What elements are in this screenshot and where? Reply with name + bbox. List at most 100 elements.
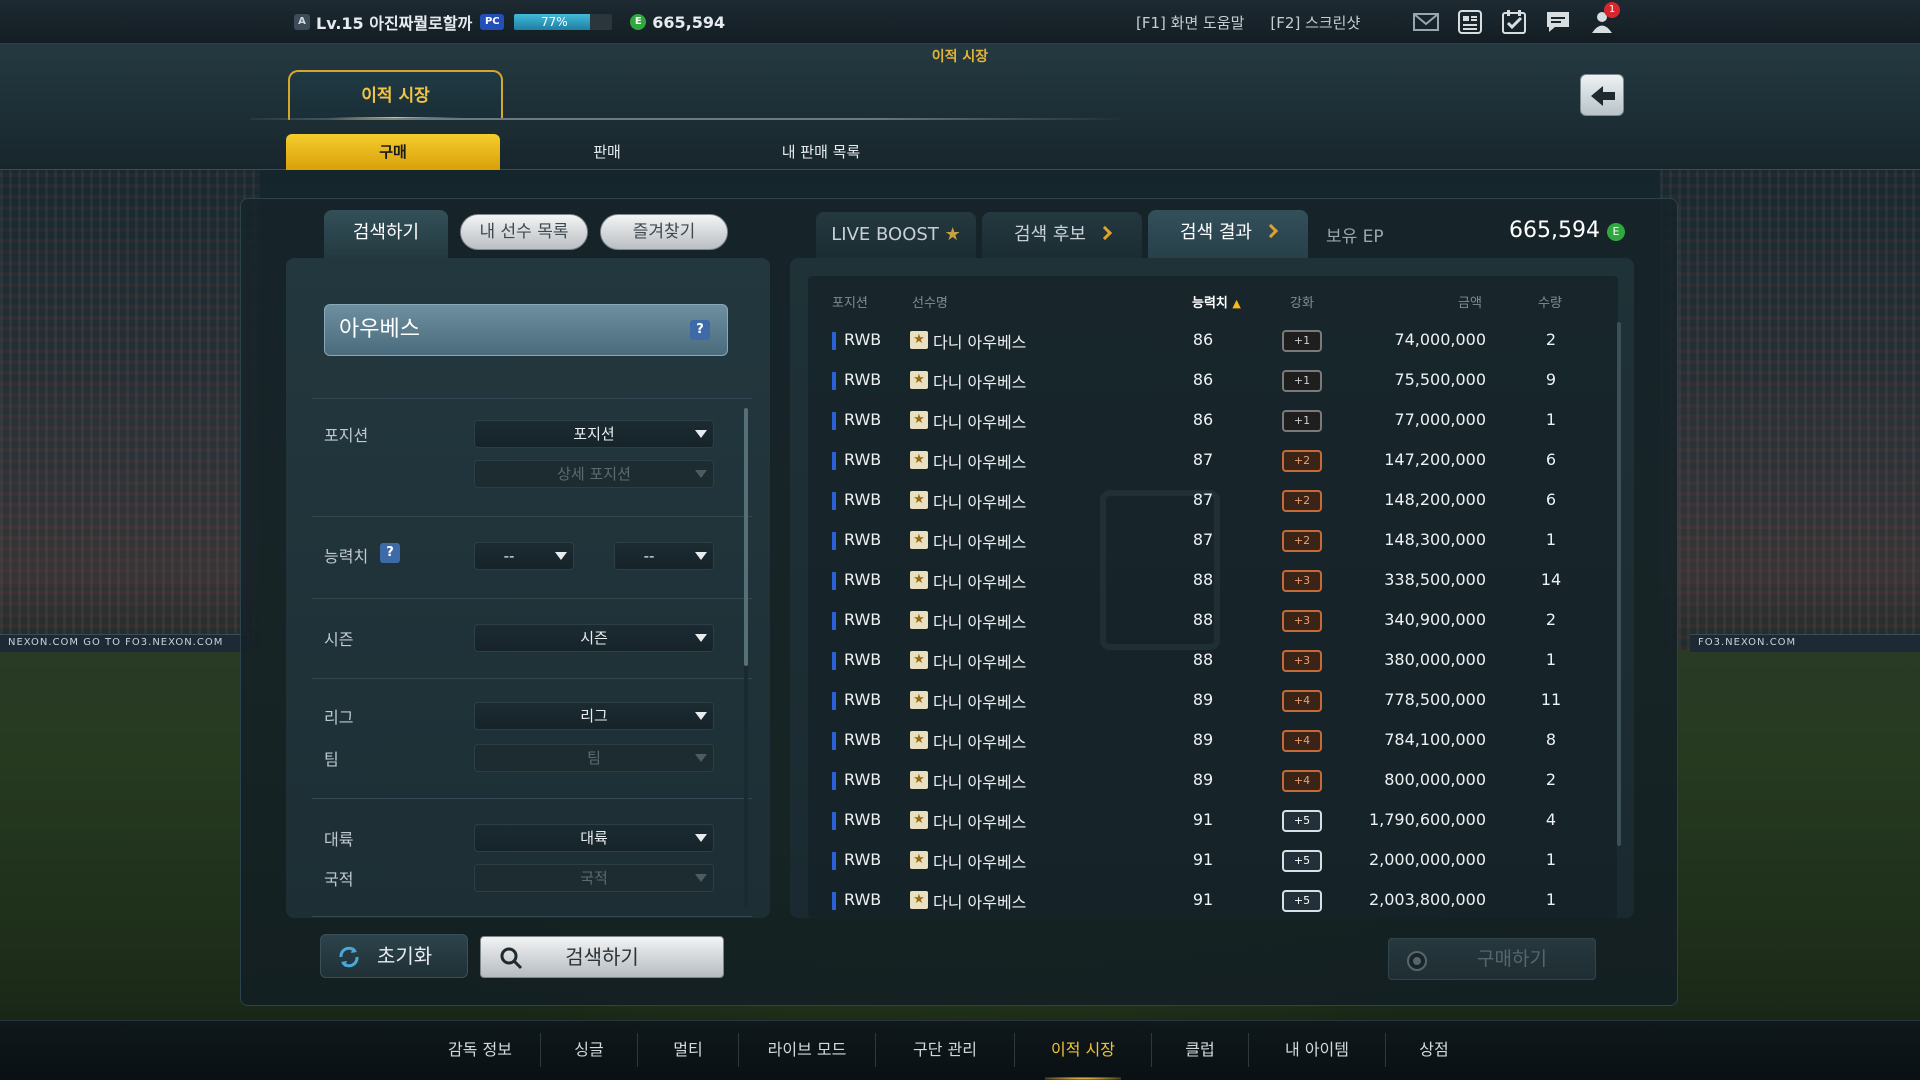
column-header-price[interactable]: 금액 bbox=[1458, 292, 1482, 311]
nav-item[interactable]: 이적 시장 bbox=[1015, 1020, 1151, 1080]
cell-price: 800,000,000 bbox=[1384, 770, 1486, 789]
table-row[interactable]: RWB ★ 다니 아우베스 88 +3 380,000,000 1 bbox=[826, 640, 1616, 680]
cell-quantity: 1 bbox=[1545, 410, 1557, 429]
tab-live-boost[interactable]: LIVE BOOST ★ bbox=[816, 212, 976, 258]
nation-dropdown[interactable]: 국적 bbox=[474, 864, 714, 892]
table-row[interactable]: RWB ★ 다니 아우베스 88 +3 340,900,000 2 bbox=[826, 600, 1616, 640]
nav-item[interactable]: 라이브 모드 bbox=[739, 1020, 875, 1080]
cell-player-name: 다니 아우베스 bbox=[933, 573, 1027, 592]
cell-player-name: 다니 아우베스 bbox=[933, 493, 1027, 512]
buy-button[interactable]: 구매하기 bbox=[1388, 938, 1596, 980]
f2-screenshot-link[interactable]: [F2] 스크린샷 bbox=[1270, 12, 1360, 33]
season-dropdown[interactable]: 시즌 bbox=[474, 624, 714, 652]
nav-item[interactable]: 내 아이템 bbox=[1249, 1020, 1385, 1080]
nav-item[interactable]: 감독 정보 bbox=[420, 1020, 540, 1080]
cell-ovr: 89 bbox=[1192, 770, 1214, 789]
enhance-badge: +2 bbox=[1282, 490, 1322, 512]
star-icon: ★ bbox=[910, 851, 928, 869]
tab-favorites[interactable]: 즐겨찾기 bbox=[600, 214, 728, 250]
search-help-icon[interactable]: ? bbox=[690, 320, 710, 340]
chevron-down-icon bbox=[695, 552, 707, 560]
nav-item[interactable]: 상점 bbox=[1386, 1020, 1482, 1080]
enhance-badge: +3 bbox=[1282, 650, 1322, 672]
position-color-bar bbox=[832, 652, 836, 670]
league-dropdown-value: 리그 bbox=[580, 707, 608, 725]
table-row[interactable]: RWB ★ 다니 아우베스 87 +2 148,300,000 1 bbox=[826, 520, 1616, 560]
chevron-down-icon bbox=[695, 712, 707, 720]
cell-position: RWB bbox=[844, 890, 882, 909]
cell-price: 2,000,000,000 bbox=[1368, 850, 1486, 869]
chat-icon[interactable] bbox=[1544, 8, 1572, 36]
nav-item[interactable]: 싱글 bbox=[541, 1020, 637, 1080]
table-row[interactable]: RWB ★ 다니 아우베스 91 +5 2,003,800,000 1 bbox=[826, 880, 1616, 920]
table-row[interactable]: RWB ★ 다니 아우베스 89 +4 778,500,000 11 bbox=[826, 680, 1616, 720]
continent-dropdown-value: 대륙 bbox=[580, 829, 608, 847]
cell-ovr: 87 bbox=[1192, 490, 1214, 509]
cell-position: RWB bbox=[844, 330, 882, 349]
star-icon: ★ bbox=[910, 411, 928, 429]
cell-position: RWB bbox=[844, 490, 882, 509]
mail-icon[interactable] bbox=[1412, 8, 1440, 36]
table-row[interactable]: RWB ★ 다니 아우베스 87 +2 147,200,000 6 bbox=[826, 440, 1616, 480]
tab-transfer-market[interactable]: 이적 시장 bbox=[288, 70, 503, 120]
back-button[interactable] bbox=[1580, 74, 1624, 116]
column-header-position[interactable]: 포지션 bbox=[832, 292, 868, 311]
nav-item[interactable]: 멀티 bbox=[638, 1020, 738, 1080]
position-color-bar bbox=[832, 772, 836, 790]
back-arrow-icon bbox=[1591, 86, 1615, 106]
enhance-badge: +4 bbox=[1282, 730, 1322, 752]
tab-my-sales[interactable]: 내 판매 목록 bbox=[714, 134, 928, 170]
ability-max-dropdown[interactable]: -- bbox=[614, 542, 714, 570]
filter-divider bbox=[312, 916, 752, 917]
calendar-check-icon[interactable] bbox=[1500, 8, 1528, 36]
table-row[interactable]: RWB ★ 다니 아우베스 89 +4 800,000,000 2 bbox=[826, 760, 1616, 800]
ability-min-dropdown[interactable]: -- bbox=[474, 542, 574, 570]
tab-sell[interactable]: 판매 bbox=[500, 134, 714, 170]
position-detail-dropdown[interactable]: 상세 포지션 bbox=[474, 460, 714, 488]
table-row[interactable]: RWB ★ 다니 아우베스 89 +4 784,100,000 8 bbox=[826, 720, 1616, 760]
tab-buy[interactable]: 구매 bbox=[286, 134, 500, 170]
position-color-bar bbox=[832, 572, 836, 590]
position-color-bar bbox=[832, 732, 836, 750]
table-row[interactable]: RWB ★ 다니 아우베스 86 +1 74,000,000 2 bbox=[826, 320, 1616, 360]
table-row[interactable]: RWB ★ 다니 아우베스 86 +1 77,000,000 1 bbox=[826, 400, 1616, 440]
top-bar: A Lv.15 아진짜뭘로할까 PC 77% E 665,594 [F1] 화면… bbox=[0, 0, 1920, 44]
search-button[interactable]: 검색하기 bbox=[480, 936, 724, 978]
position-label: 포지션 bbox=[324, 426, 369, 445]
card-list-icon[interactable] bbox=[1456, 8, 1484, 36]
league-dropdown[interactable]: 리그 bbox=[474, 702, 714, 730]
chevron-down-icon bbox=[695, 874, 707, 882]
column-header-enhance[interactable]: 강화 bbox=[1290, 292, 1314, 311]
results-scrollbar-thumb[interactable] bbox=[1617, 322, 1621, 846]
tab-search-results[interactable]: 검색 결과 bbox=[1148, 210, 1308, 258]
team-dropdown[interactable]: 팀 bbox=[474, 744, 714, 772]
filter-scrollbar-thumb[interactable] bbox=[744, 408, 748, 666]
column-header-ovr[interactable]: 능력치 ▲ bbox=[1192, 292, 1241, 311]
ability-label: 능력치 bbox=[324, 547, 369, 566]
player-name-search-input[interactable]: 아우베스 bbox=[324, 304, 728, 356]
ability-help-icon[interactable]: ? bbox=[380, 543, 400, 563]
continent-dropdown[interactable]: 대륙 bbox=[474, 824, 714, 852]
table-row[interactable]: RWB ★ 다니 아우베스 91 +5 1,790,600,000 4 bbox=[826, 800, 1616, 840]
position-dropdown[interactable]: 포지션 bbox=[474, 420, 714, 448]
table-row[interactable]: RWB ★ 다니 아우베스 86 +1 75,500,000 9 bbox=[826, 360, 1616, 400]
tab-search-candidates[interactable]: 검색 후보 bbox=[982, 212, 1142, 258]
table-row[interactable]: RWB ★ 다니 아우베스 91 +5 2,000,000,000 1 bbox=[826, 840, 1616, 880]
column-header-name[interactable]: 선수명 bbox=[912, 292, 948, 311]
reset-button[interactable]: 초기화 bbox=[320, 934, 468, 978]
chevron-down-icon bbox=[695, 470, 707, 478]
nav-item[interactable]: 클럽 bbox=[1152, 1020, 1248, 1080]
column-header-quantity[interactable]: 수량 bbox=[1538, 292, 1562, 311]
tab-search[interactable]: 검색하기 bbox=[324, 210, 448, 258]
nav-item[interactable]: 구단 관리 bbox=[876, 1020, 1014, 1080]
f1-help-link[interactable]: [F1] 화면 도움말 bbox=[1136, 12, 1244, 33]
user-alert-icon[interactable]: 1 bbox=[1588, 2, 1620, 36]
xp-percent: 77% bbox=[540, 15, 568, 29]
enhance-badge: +5 bbox=[1282, 850, 1322, 872]
chevron-down-icon bbox=[695, 834, 707, 842]
table-row[interactable]: RWB ★ 다니 아우베스 87 +2 148,200,000 6 bbox=[826, 480, 1616, 520]
ability-max-value: -- bbox=[643, 547, 655, 565]
cell-ovr: 86 bbox=[1192, 410, 1214, 429]
tab-my-players[interactable]: 내 선수 목록 bbox=[460, 214, 588, 250]
table-row[interactable]: RWB ★ 다니 아우베스 88 +3 338,500,000 14 bbox=[826, 560, 1616, 600]
